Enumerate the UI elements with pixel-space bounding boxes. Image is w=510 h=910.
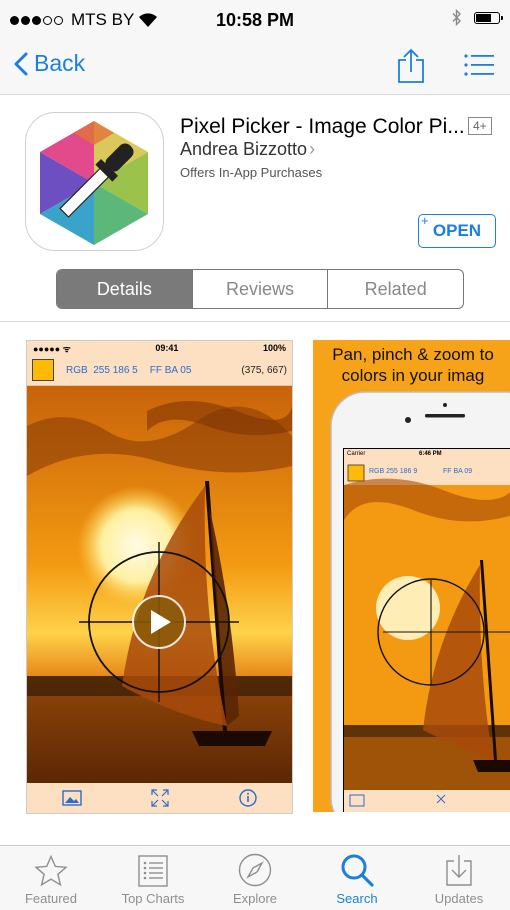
tab-top-charts[interactable]: Top Charts (102, 846, 204, 910)
star-icon (34, 855, 68, 887)
tab-bar: Featured Top Charts Explore Search Updat… (0, 845, 510, 910)
status-right (452, 9, 503, 26)
status-time: 10:58 PM (215, 10, 295, 30)
mock2-carrier: Carrier (347, 451, 366, 457)
mock-status-bar: ●●●●● ᯤ 09:41 100% (27, 341, 292, 355)
tab-featured[interactable]: Featured (0, 846, 102, 910)
mock-rgb: RGB 255 186 5 (66, 364, 138, 376)
mock-status-battery: 100% (262, 343, 286, 353)
info-icon (239, 789, 257, 807)
app-title: Pixel Picker - Image Color Pi... (180, 115, 465, 138)
divider (0, 321, 510, 322)
mock2-hex: FF BA 09 (443, 468, 473, 475)
play-icon[interactable] (132, 595, 186, 649)
back-label: Back (34, 50, 86, 76)
image-icon (62, 790, 82, 806)
screenshot-preview-2[interactable]: Pan, pinch & zoom to colors in your imag… (313, 340, 510, 812)
in-app-purchases-label: Offers In-App Purchases (180, 165, 323, 180)
tab-explore-label: Explore (232, 891, 278, 906)
mock-signal-icon: ●●●●● ᯤ (33, 343, 71, 354)
share-icon[interactable] (396, 48, 426, 84)
tab-updates[interactable]: Updates (408, 846, 510, 910)
developer-name: Andrea Bizzotto (180, 139, 308, 159)
plus-icon: + (421, 213, 429, 228)
battery-icon (474, 11, 503, 24)
phone-mockup (330, 391, 510, 812)
mock-hex: FF BA 05 (149, 364, 192, 376)
segment-related[interactable]: Related (327, 270, 463, 308)
tab-updates-label: Updates (434, 891, 484, 906)
segmented-control: Details Reviews Related (56, 269, 464, 309)
color-wheel-eyedropper-icon (40, 121, 148, 245)
app-icon (25, 112, 164, 251)
expand-icon (151, 789, 170, 807)
navigation-bar: Back (0, 40, 510, 95)
top-charts-icon (138, 855, 168, 887)
sunset-sailboat-image (27, 386, 292, 784)
bluetooth-icon (452, 9, 461, 26)
tab-top-charts-label: Top Charts (121, 891, 185, 906)
chevron-right-icon: › (309, 139, 316, 159)
mock-coords: (375, 667) (241, 364, 287, 376)
tab-featured-label: Featured (24, 891, 78, 906)
open-label: OPEN (432, 221, 482, 240)
updates-icon (446, 855, 472, 886)
compass-icon (238, 853, 272, 887)
tab-search[interactable]: Search (306, 846, 408, 910)
age-rating-badge: 4+ (468, 117, 492, 135)
list-icon[interactable] (464, 54, 494, 76)
chevron-left-icon (14, 52, 28, 75)
tab-search-label: Search (336, 891, 378, 906)
tab-explore[interactable]: Explore (204, 846, 306, 910)
segment-details[interactable]: Details (57, 270, 192, 308)
color-swatch (32, 359, 54, 381)
battery-fill (476, 13, 491, 22)
mock-color-info: RGB 255 186 5 FF BA 05 (375, 667) (27, 355, 292, 386)
open-button[interactable]: + OPEN (418, 213, 496, 248)
developer-link[interactable]: Andrea Bizzotto › (180, 139, 315, 160)
mock2-time: 6:46 PM (419, 451, 442, 457)
search-icon (341, 854, 374, 887)
screenshot-preview-1[interactable]: ●●●●● ᯤ 09:41 100% RGB 255 186 5 FF BA 0… (26, 340, 293, 814)
mock-toolbar (27, 783, 292, 813)
mock-status-time: 09:41 (155, 343, 179, 353)
segment-reviews[interactable]: Reviews (191, 270, 328, 308)
mock2-rgb: RGB 255 186 9 (369, 468, 418, 475)
back-button[interactable]: Back (14, 50, 85, 77)
status-bar: MTS BY 10:58 PM (0, 0, 510, 40)
